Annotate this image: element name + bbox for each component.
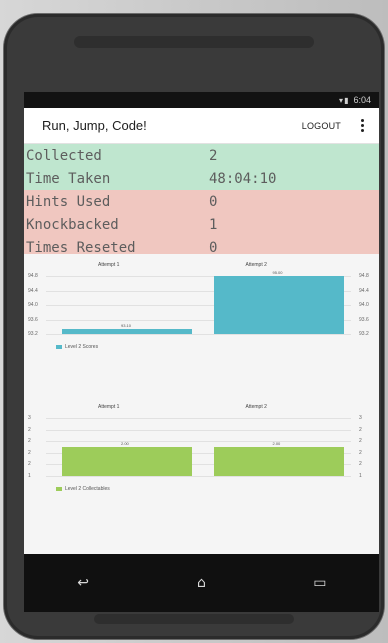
stat-value: 2 [209,147,218,164]
stat-label: Hints Used [26,193,111,210]
phone-speaker-grille [74,36,314,48]
stat-row-knockbacked: Knockbacked 1 [24,213,379,236]
chart-title-right: Attempt 2 [245,262,267,268]
status-time: 6:04 [353,95,371,105]
y-tick-left: 93.2 [28,331,38,337]
stat-row-collected: Collected 2 [24,144,379,167]
stat-value: 1 [209,216,218,233]
chart-title-left: Attempt 1 [98,262,120,268]
chart-title-right: Attempt 2 [245,404,267,410]
y-tick-right: 94.4 [359,287,369,294]
y-tick-left: 2 [28,426,31,433]
legend-swatch [56,345,62,349]
chart-bar [62,329,192,334]
chart-gridline [46,476,351,477]
chart-bar [62,447,192,476]
phone-body: ▾▮ 6:04 Run, Jump, Code! LOGOUT Collecte… [4,14,384,639]
home-icon[interactable]: ⌂ [177,569,225,597]
android-nav-bar: ↩ ⌂ ▭ [24,554,379,612]
chart-gridline [46,418,351,419]
stat-value: 0 [209,193,218,210]
y-tick-left: 1 [28,473,31,479]
charts-area: Attempt 1 Attempt 2 94.8 94.8 94.4 94.4 94.0 94… [24,254,379,554]
y-tick-right: 94.8 [359,273,369,279]
y-tick-right: 3 [359,415,362,421]
y-tick-left: 94.8 [28,273,38,279]
y-tick-left: 2 [28,461,31,468]
overflow-dot [360,129,364,132]
overflow-menu-icon[interactable] [355,117,369,135]
recent-apps-icon[interactable]: ▭ [296,569,344,597]
app-bar: Run, Jump, Code! LOGOUT [24,108,379,144]
stat-row-time-taken: Time Taken 48:04:10 [24,167,379,190]
chart-gridline [46,334,351,335]
y-tick-right: 2 [359,449,362,456]
y-tick-left: 94.0 [28,302,38,308]
chart-gridline [46,429,351,431]
legend-label: Level 2 Scores [65,344,99,350]
y-tick-left: 2 [28,438,31,445]
stat-label: Time Taken [26,170,111,187]
y-tick-right: 2 [359,461,362,468]
y-tick-right: 2 [359,438,362,445]
y-tick-right: 94.0 [359,302,369,308]
stat-value: 48:04:10 [209,170,277,187]
chart-legend: Level 2 Collectables [56,486,110,492]
chart-data-label: 93.10 [121,323,132,328]
overflow-dot [360,119,364,122]
screen: ▾▮ 6:04 Run, Jump, Code! LOGOUT Collecte… [24,92,379,612]
y-tick-left: 2 [28,449,31,456]
chart-bar [213,276,344,334]
status-bar: ▾▮ 6:04 [24,92,379,108]
legend-label: Level 2 Collectables [65,486,110,492]
y-tick-left: 3 [28,415,31,421]
logout-button[interactable]: LOGOUT [296,117,347,135]
stat-label: Collected [26,147,102,164]
status-icons: ▾▮ [339,95,350,105]
y-tick-right: 93.2 [359,331,369,337]
chart-legend: Level 2 Scores [56,344,98,350]
y-tick-right: 1 [359,473,362,479]
y-tick-right: 2 [359,426,362,433]
back-icon[interactable]: ↩ [59,569,107,597]
stat-row-hints-used: Hints Used 0 [24,190,379,213]
app-title: Run, Jump, Code! [42,118,147,133]
chart-title-left: Attempt 1 [98,404,120,410]
stat-label: Knockbacked [26,216,119,233]
legend-swatch [56,487,62,491]
overflow-dot [360,124,364,127]
stats-table: Collected 2 Time Taken 48:04:10 Hints Us… [24,144,379,259]
chart-data-label: 95.00 [272,270,283,275]
y-tick-left: 94.4 [28,287,38,294]
chart-gridline [46,441,351,443]
y-tick-left: 93.6 [28,316,38,323]
phone-bottom-grille [94,614,294,624]
y-tick-right: 93.6 [359,316,369,323]
chart-data-label: 2.00 [121,441,129,446]
chart-data-label: 2.00 [272,441,281,446]
chart-bar [213,447,344,476]
